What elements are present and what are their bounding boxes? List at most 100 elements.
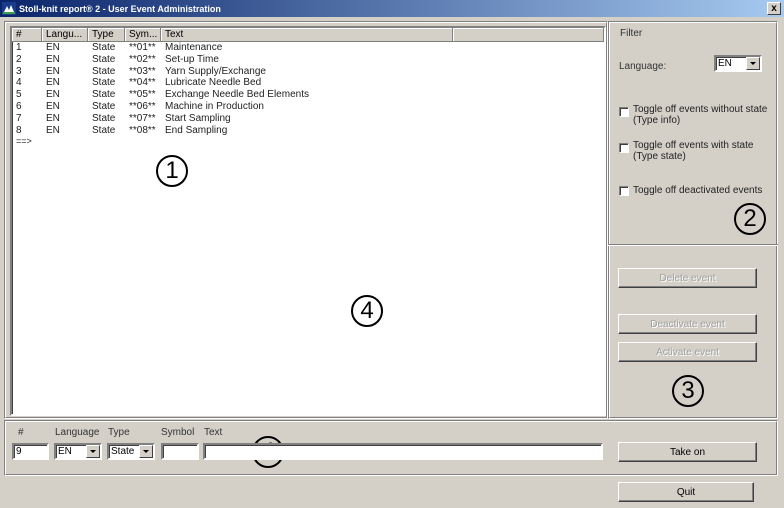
chevron-down-icon[interactable] (139, 445, 153, 458)
window-title: Stoll-knit report® 2 - User Event Admini… (19, 3, 221, 14)
list-item[interactable]: 7 EN State **07** Start Sampling (12, 113, 604, 125)
title-bar: Stoll-knit report® 2 - User Event Admini… (0, 0, 784, 17)
cell-text: Start Sampling (165, 112, 231, 124)
chevron-down-icon[interactable] (86, 445, 100, 458)
cell-type: State (92, 112, 116, 124)
cell-type: State (92, 100, 116, 112)
new-entry-marker[interactable]: ==> (12, 136, 604, 146)
editor-symbol-input[interactable] (161, 443, 199, 460)
cell-type: State (92, 124, 116, 136)
toggle-with-state-row[interactable]: Toggle off events with state (Type state) (619, 140, 753, 162)
toggle-no-state-sublabel: (Type info) (633, 115, 681, 126)
take-on-button[interactable]: Take on (618, 442, 757, 462)
cell-text: End Sampling (165, 124, 228, 136)
column-header-symbol[interactable]: Sym... (125, 28, 161, 41)
cell-symbol: **05** (129, 89, 156, 101)
list-item[interactable]: 6 EN State **06** Machine in Production (12, 101, 604, 113)
editor-text-input[interactable] (203, 443, 603, 460)
cell-number: 8 (16, 124, 22, 136)
editor-number-label: # (18, 427, 24, 438)
editor-type-select[interactable]: State (107, 443, 155, 460)
toggle-deactivated-label: Toggle off deactivated events (633, 185, 763, 196)
app-icon (2, 2, 16, 15)
editor-number-input[interactable]: 9 (12, 443, 49, 460)
cell-type: State (92, 53, 116, 65)
toggle-no-state-row[interactable]: Toggle off events without state (Type inf… (619, 104, 767, 126)
cell-text: Lubricate Needle Bed (165, 77, 262, 89)
cell-text: Maintenance (165, 42, 223, 53)
editor-language-select[interactable]: EN (54, 443, 102, 460)
column-header-empty[interactable] (453, 28, 604, 41)
annotation-1: 1 (156, 155, 188, 187)
column-header-text[interactable]: Text (161, 28, 453, 41)
editor-symbol-label: Symbol (161, 427, 195, 438)
cell-text: Yarn Supply/Exchange (165, 65, 266, 77)
deactivate-event-button[interactable]: Deactivate event (618, 314, 757, 334)
cell-language: EN (46, 124, 60, 136)
cell-text: Set-up Time (165, 53, 219, 65)
cell-symbol: **08** (129, 124, 156, 136)
column-header-language[interactable]: Langu... (42, 28, 88, 41)
event-list[interactable]: # Langu... Type Sym... Text 1 EN State **01… (10, 26, 606, 416)
cell-symbol: **07** (129, 112, 156, 124)
activate-event-button[interactable]: Activate event (618, 342, 757, 362)
list-item[interactable]: 1 EN State **01** Maintenance (12, 42, 604, 54)
cell-symbol: **04** (129, 77, 156, 89)
editor-language-label: Language (55, 427, 100, 438)
annotation-2: 2 (734, 203, 766, 235)
chevron-down-icon[interactable] (746, 57, 760, 70)
filter-title: Filter (620, 28, 643, 39)
cell-number: 4 (16, 77, 22, 89)
list-item[interactable]: 4 EN State **04** Lubricate Needle Bed (12, 77, 604, 89)
cell-type: State (92, 65, 116, 77)
list-item[interactable]: 5 EN State **05** Exchange Needle Bed Elemen… (12, 89, 604, 101)
toggle-with-state-sublabel: (Type state) (633, 151, 686, 162)
toggle-no-state-checkbox[interactable] (619, 107, 629, 117)
quit-button[interactable]: Quit (618, 482, 754, 502)
toggle-with-state-checkbox[interactable] (619, 143, 629, 153)
list-header: # Langu... Type Sym... Text (12, 28, 604, 42)
cell-language: EN (46, 100, 60, 112)
list-item[interactable]: 8 EN State **08** End Sampling (12, 125, 604, 137)
cell-symbol: **06** (129, 100, 156, 112)
cell-symbol: **03** (129, 65, 156, 77)
panel-divider (608, 244, 778, 246)
editor-type-label: Type (108, 427, 130, 438)
cell-language: EN (46, 77, 60, 89)
toggle-no-state-label: Toggle off events without state (633, 104, 768, 115)
cell-language: EN (46, 112, 60, 124)
cell-type: State (92, 89, 116, 101)
editor-type-value: State (111, 446, 135, 457)
cell-language: EN (46, 42, 60, 53)
cell-number: 3 (16, 65, 22, 77)
cell-number: 7 (16, 112, 22, 124)
column-header-number[interactable]: # (12, 28, 42, 41)
cell-type: State (92, 77, 116, 89)
cell-symbol: **01** (129, 42, 156, 53)
cell-symbol: **02** (129, 53, 156, 65)
annotation-4-list: 4 (351, 295, 383, 327)
close-icon: x (771, 2, 777, 14)
close-button[interactable]: x (767, 2, 781, 15)
cell-text: Machine in Production (165, 100, 264, 112)
toggle-deactivated-row[interactable]: Toggle off deactivated events (619, 185, 762, 196)
annotation-3: 3 (672, 375, 704, 407)
cell-language: EN (46, 89, 60, 101)
filter-language-value: EN (718, 58, 732, 69)
cell-language: EN (46, 65, 60, 77)
column-header-type[interactable]: Type (88, 28, 125, 41)
cell-number: 6 (16, 100, 22, 112)
cell-number: 1 (16, 42, 22, 53)
toggle-with-state-label: Toggle off events with state (633, 140, 754, 151)
list-item[interactable]: 2 EN State **02** Set-up Time (12, 54, 604, 66)
cell-language: EN (46, 53, 60, 65)
toggle-deactivated-checkbox[interactable] (619, 186, 629, 196)
list-item[interactable]: 3 EN State **03** Yarn Supply/Exchange (12, 66, 604, 78)
filter-language-label: Language: (619, 61, 667, 72)
cell-number: 5 (16, 89, 22, 101)
filter-language-select[interactable]: EN (714, 55, 762, 72)
delete-event-button[interactable]: Delete event (618, 268, 757, 288)
cell-text: Exchange Needle Bed Elements (165, 89, 309, 101)
cell-number: 2 (16, 53, 22, 65)
editor-text-label: Text (204, 427, 223, 438)
